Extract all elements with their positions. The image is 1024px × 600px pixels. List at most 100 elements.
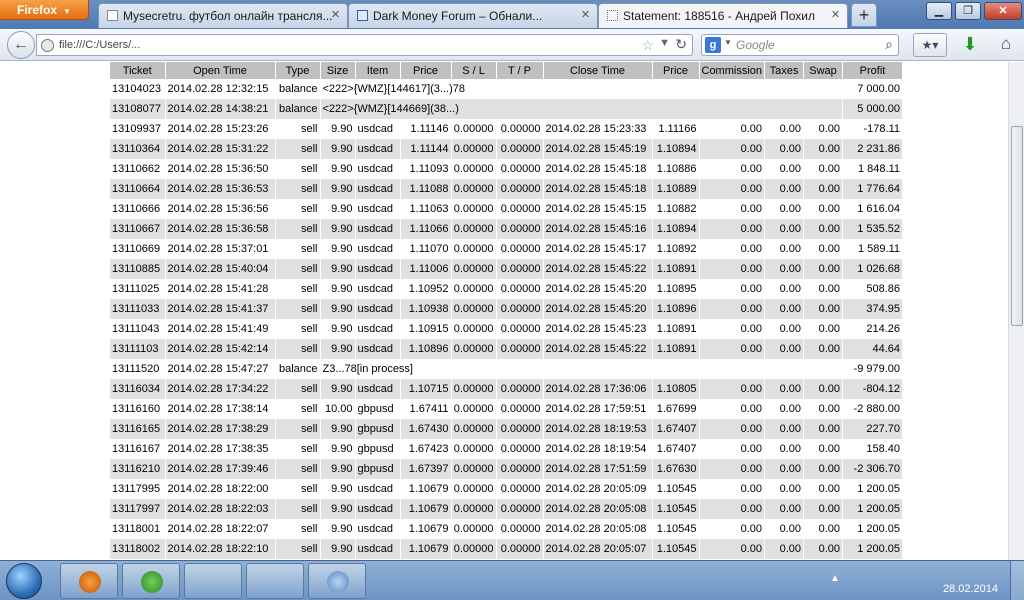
sl-cell: 0.00000 — [451, 379, 497, 399]
dropdown-arrow-icon[interactable]: ▼ — [659, 37, 670, 49]
price-cell: 1.10952 — [400, 279, 452, 299]
vertical-scrollbar[interactable] — [1008, 62, 1024, 560]
price-cell: 1.10679 — [400, 479, 452, 499]
firefox-menu-button[interactable]: Firefox ▼ — [0, 0, 89, 20]
close-time-cell: 2014.02.28 15:45:15 — [543, 199, 653, 219]
search-icon[interactable]: ⌕ — [885, 36, 893, 53]
new-tab-button[interactable]: + — [851, 3, 877, 27]
swap-cell: 0.00 — [803, 259, 844, 279]
tp-cell: 0.00000 — [496, 259, 544, 279]
table-row[interactable]: 13111043 2014.02.28 15:41:49 sell 9.90 usdca… — [110, 319, 904, 339]
table-row[interactable]: 13111025 2014.02.28 15:41:28 sell 9.90 usdca… — [110, 279, 904, 299]
table-row[interactable]: 13116160 2014.02.28 17:38:14 sell 10.00 gbpu… — [110, 399, 904, 419]
size-cell: 9.90 — [320, 279, 356, 299]
column-header: Type — [275, 62, 321, 79]
price-cell: 1.10679 — [400, 539, 452, 559]
type-cell: sell — [275, 539, 321, 559]
open-time-cell: 2014.02.28 18:22:03 — [165, 499, 276, 519]
taskbar-app-4[interactable] — [246, 563, 304, 599]
taskbar-app-2[interactable] — [122, 563, 180, 599]
item-cell: usdcad — [355, 179, 401, 199]
table-row[interactable]: 13110885 2014.02.28 15:40:04 sell 9.90 usdca… — [110, 259, 904, 279]
table-row[interactable]: 13117997 2014.02.28 18:22:03 sell 9.90 usdca… — [110, 499, 904, 519]
tray-date[interactable]: 28.02.2014 — [943, 583, 998, 595]
table-row[interactable]: 13118001 2014.02.28 18:22:07 sell 9.90 usdca… — [110, 519, 904, 539]
ticket-cell: 13111043 — [110, 319, 166, 339]
ticket-cell: 13116034 — [110, 379, 166, 399]
downloads-button[interactable]: ⬇ — [958, 33, 982, 57]
commission-cell: 0.00 — [699, 419, 766, 439]
close-time-cell: 2014.02.28 17:59:51 — [543, 399, 653, 419]
table-row[interactable]: 13111103 2014.02.28 15:42:14 sell 9.90 usdca… — [110, 339, 904, 359]
swap-cell: 0.00 — [803, 159, 844, 179]
table-row[interactable]: 13110662 2014.02.28 15:36:50 sell 9.90 usdca… — [110, 159, 904, 179]
maximize-button[interactable]: ❐ — [955, 2, 981, 20]
close-icon[interactable]: ✕ — [829, 9, 842, 22]
taxes-cell: 0.00 — [764, 419, 805, 439]
table-row[interactable]: 13116167 2014.02.28 17:38:35 sell 9.90 gbpus… — [110, 439, 904, 459]
google-icon[interactable]: g — [705, 37, 721, 53]
tray-expand-icon[interactable]: ▲ — [830, 573, 840, 584]
bookmark-star-icon[interactable]: ☆ — [641, 37, 654, 54]
type-cell: balance — [275, 79, 321, 99]
close-window-button[interactable]: ✕ — [984, 2, 1022, 20]
table-row[interactable]: 13111520 2014.02.28 15:47:27 balance Z3...7… — [110, 359, 904, 379]
type-cell: sell — [275, 299, 321, 319]
profit-cell: -2 880.00 — [842, 399, 904, 419]
tab-2[interactable]: Dark Money Forum – Обнали... ✕ — [348, 3, 598, 28]
tp-cell: 0.00000 — [496, 499, 544, 519]
table-row[interactable]: 13116210 2014.02.28 17:39:46 sell 9.90 gbpus… — [110, 459, 904, 479]
bookmarks-icon: ★▾ — [921, 38, 939, 52]
profit-cell: 1 200.05 — [842, 539, 904, 559]
table-row[interactable]: 13116034 2014.02.28 17:34:22 sell 9.90 usdca… — [110, 379, 904, 399]
home-button[interactable]: ⌂ — [993, 33, 1019, 57]
type-cell: sell — [275, 479, 321, 499]
sl-cell: 0.00000 — [451, 459, 497, 479]
close-price-cell: 1.10896 — [652, 299, 700, 319]
price-cell: 1.11063 — [400, 199, 452, 219]
url-bar[interactable]: file:///C:/Users/... ☆ ▼ ↻ — [36, 34, 693, 56]
show-desktop-button[interactable] — [1010, 561, 1024, 600]
table-row[interactable]: 13110666 2014.02.28 15:36:56 sell 9.90 usdca… — [110, 199, 904, 219]
tab-3-active[interactable]: Statement: 188516 - Андрей Похил ✕ — [598, 3, 848, 28]
back-button[interactable]: ← — [7, 31, 35, 59]
price-cell: 1.67423 — [400, 439, 452, 459]
open-time-cell: 2014.02.28 17:38:35 — [165, 439, 276, 459]
close-price-cell: 1.10545 — [652, 539, 700, 559]
swap-cell: 0.00 — [803, 479, 844, 499]
taskbar-app-5[interactable] — [308, 563, 366, 599]
bookmarks-button[interactable]: ★▾ — [913, 33, 947, 57]
table-row[interactable]: 13118002 2014.02.28 18:22:10 sell 9.90 usdca… — [110, 539, 904, 559]
statement-table: Ticket Open Time Type Size Item Price S / LT /… — [110, 62, 904, 559]
search-input[interactable]: g ▼ Google ⌕ — [701, 34, 899, 56]
scrollbar-thumb[interactable] — [1011, 126, 1023, 326]
start-button[interactable] — [6, 563, 42, 599]
table-row[interactable]: 13117995 2014.02.28 18:22:00 sell 9.90 usdca… — [110, 479, 904, 499]
table-row[interactable]: 13110364 2014.02.28 15:31:22 sell 9.90 usdca… — [110, 139, 904, 159]
taskbar-firefox[interactable] — [60, 563, 118, 599]
minimize-button[interactable]: ▁ — [926, 2, 952, 20]
reload-icon[interactable]: ↻ — [675, 36, 687, 53]
table-row[interactable]: 13111033 2014.02.28 15:41:37 sell 9.90 usdca… — [110, 299, 904, 319]
close-price-cell: 1.11166 — [652, 119, 700, 139]
table-row[interactable]: 13108077 2014.02.28 14:38:21 balance <222>{… — [110, 99, 904, 119]
table-row[interactable]: 13104023 2014.02.28 12:32:15 balance <222>{… — [110, 79, 904, 99]
tab-1[interactable]: Mysecretru. футбол онлайн трансля... ✕ — [98, 3, 348, 28]
table-row[interactable]: 13110667 2014.02.28 15:36:58 sell 9.90 usdca… — [110, 219, 904, 239]
close-icon[interactable]: ✕ — [579, 9, 592, 22]
open-time-cell: 2014.02.28 15:36:50 — [165, 159, 276, 179]
sl-cell: 0.00000 — [451, 339, 497, 359]
item-cell: usdcad — [355, 159, 401, 179]
size-cell: 9.90 — [320, 239, 356, 259]
item-cell: usdcad — [355, 199, 401, 219]
table-row[interactable]: 13110664 2014.02.28 15:36:53 sell 9.90 usdca… — [110, 179, 904, 199]
close-icon[interactable]: ✕ — [329, 9, 342, 22]
taskbar-app-3[interactable] — [184, 563, 242, 599]
table-row[interactable]: 13110669 2014.02.28 15:37:01 sell 9.90 usdca… — [110, 239, 904, 259]
chevron-down-icon[interactable]: ▼ — [724, 38, 732, 47]
table-row[interactable]: 13109937 2014.02.28 15:23:26 sell 9.90 usdca… — [110, 119, 904, 139]
table-row[interactable]: 13116165 2014.02.28 17:38:29 sell 9.90 gbpus… — [110, 419, 904, 439]
price-cell: 1.10938 — [400, 299, 452, 319]
ticket-cell: 13110662 — [110, 159, 166, 179]
price-cell: 1.67411 — [400, 399, 452, 419]
